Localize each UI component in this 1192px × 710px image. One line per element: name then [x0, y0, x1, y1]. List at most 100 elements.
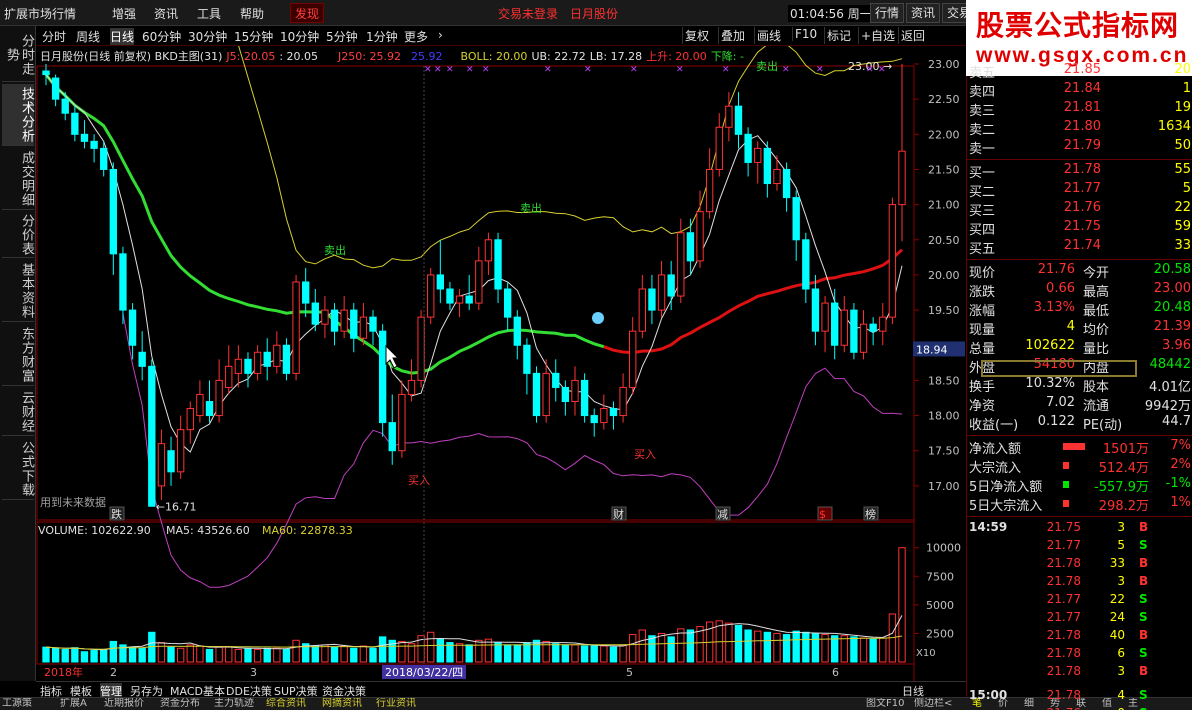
candle-body	[186, 408, 194, 431]
vtab-intraday[interactable]: 分时走势	[2, 28, 34, 82]
quote-value: 102622	[1025, 338, 1075, 353]
volume-axis-label: 5000	[926, 599, 954, 612]
quotes-button[interactable]: 行情	[870, 3, 905, 23]
f10-button[interactable]: F10	[792, 27, 819, 41]
news-button[interactable]: 资讯	[906, 3, 941, 23]
vtab-deals[interactable]: 成交明细	[2, 148, 34, 210]
status-item-6[interactable]: 综合资讯	[266, 698, 306, 710]
period-more[interactable]: 更多	[404, 28, 428, 45]
candle-body	[302, 281, 310, 304]
legend-ub: UB: 22.72	[531, 50, 586, 63]
flow-percent: 2%	[1170, 457, 1191, 472]
login-status[interactable]: 交易未登录	[498, 5, 558, 22]
draw-line-button[interactable]: 画线	[754, 27, 783, 44]
legend-j5: J5: 20.05	[226, 50, 276, 63]
status-item-8[interactable]: 行业资讯	[376, 698, 416, 710]
status-item-7[interactable]: 网摘资讯	[322, 698, 362, 710]
ask-row[interactable]: 卖一 21.79 50	[967, 138, 1192, 157]
status-item-5[interactable]: 主力轨迹	[214, 698, 254, 710]
quote-label-2: 今开	[1083, 266, 1110, 281]
candle-body	[90, 140, 98, 149]
bid-volume: 59	[1174, 219, 1191, 234]
volume-bar	[744, 629, 752, 663]
period-10m[interactable]: 10分钟	[280, 28, 319, 45]
menu-enhance[interactable]: 增强	[112, 5, 136, 22]
period-intraday[interactable]: 分时	[42, 28, 66, 45]
flow-row: 5日大宗流入 298.2万 1%	[967, 495, 1192, 514]
status-item-4[interactable]: 资金分布	[160, 698, 200, 710]
vtab-formula-download[interactable]: 公式下载	[2, 438, 34, 500]
add-watchlist-button[interactable]: +自选	[858, 27, 897, 44]
candle-body	[859, 323, 868, 353]
candle-body	[696, 211, 704, 262]
volume-bar	[350, 647, 358, 663]
sell-signal-2: 卖出	[520, 201, 542, 215]
status-sidebar[interactable]: 侧边栏<	[914, 698, 952, 710]
period-next-icon[interactable]: ›	[438, 28, 443, 42]
ask-row[interactable]: 卖五 21.85 20	[967, 62, 1192, 81]
flow-value: 1501万	[1102, 442, 1149, 457]
bid-row[interactable]: 买一 21.78 55	[967, 162, 1192, 181]
legend-j250-b: 25.92	[410, 50, 443, 63]
volume-bar	[580, 645, 589, 663]
cursor-dot	[592, 312, 604, 324]
period-5m[interactable]: 5分钟	[326, 28, 358, 45]
menu-help[interactable]: 帮助	[240, 5, 264, 22]
bid-price: 21.74	[1063, 238, 1101, 253]
restore-right-button[interactable]: 复权	[682, 27, 711, 44]
volume-bar	[90, 650, 98, 663]
ask-row[interactable]: 卖三 21.81 19	[967, 100, 1192, 119]
period-1m[interactable]: 1分钟	[366, 28, 398, 45]
candle-body	[686, 232, 695, 262]
vtab-technical[interactable]: 技术分析	[2, 84, 34, 146]
vtab-profile[interactable]: 基本资料	[2, 260, 34, 322]
flow-bar	[1063, 481, 1069, 488]
low-price-label: ←16.71	[156, 500, 197, 513]
vtab-eastmoney[interactable]: 东方财富	[2, 324, 34, 386]
menu-tools[interactable]: 工具	[197, 5, 221, 22]
status-item-1[interactable]: 工源策	[2, 698, 32, 710]
chart-area[interactable]: 23.00 22.50 22.00 21.50 21.00 20.50 20.00 19.50…	[36, 46, 966, 681]
volume-bar	[571, 644, 579, 663]
candle-body	[638, 288, 646, 332]
tick-price: 21.78	[1046, 646, 1081, 660]
period-60m[interactable]: 60分钟	[142, 28, 181, 45]
status-f10[interactable]: 图文F10	[866, 698, 904, 710]
candle-body	[715, 126, 723, 170]
quote-row: 收益(一) 0.122 PE(动) 44.7	[967, 414, 1192, 433]
vtab-price-table[interactable]: 分价表	[2, 212, 34, 258]
tick-side: S	[1139, 706, 1148, 710]
quote-row: 涨跌 0.66 最高 23.00	[967, 281, 1192, 300]
quote-value-2: 3.96	[1162, 338, 1191, 353]
menu-news[interactable]: 资讯	[154, 5, 178, 22]
volume-ma5-legend: MA5: 43526.60	[166, 524, 250, 537]
ask-row[interactable]: 卖四 21.84 1	[967, 81, 1192, 100]
candle-body	[571, 379, 579, 402]
status-item-2[interactable]: 扩展A	[60, 698, 87, 710]
period-15m[interactable]: 15分钟	[234, 28, 273, 45]
price-axis-label: 20.50	[928, 234, 960, 247]
period-daily[interactable]: 日线	[110, 28, 135, 45]
volume-bar	[465, 644, 473, 663]
menu-discover[interactable]: 发现	[290, 3, 325, 23]
bid-row[interactable]: 买五 21.74 33	[967, 238, 1192, 257]
mark-button[interactable]: 标记	[824, 27, 853, 44]
quote-value: 21.76	[1037, 262, 1075, 277]
volume-bar	[898, 547, 906, 663]
bid-row[interactable]: 买二 21.77 5	[967, 181, 1192, 200]
menu-extended-market[interactable]: 扩展市场行情	[4, 5, 76, 22]
back-button[interactable]: 返回	[898, 27, 927, 44]
bid-row[interactable]: 买三 21.76 22	[967, 200, 1192, 219]
bid-row[interactable]: 买四 21.75 59	[967, 219, 1192, 238]
flow-value: 512.4万	[1098, 461, 1149, 476]
period-weekly[interactable]: 周线	[76, 28, 100, 45]
tick-row: 21.78 3 B	[967, 574, 1192, 591]
vtab-yuncaijing[interactable]: 云财经	[2, 388, 34, 436]
ask-row[interactable]: 卖二 21.80 1634	[967, 119, 1192, 138]
overlay-button[interactable]: 叠加	[718, 27, 747, 44]
kline-chart[interactable]: 23.00 22.50 22.00 21.50 21.00 20.50 20.00 19.50…	[36, 46, 966, 681]
bid-label: 买四	[969, 223, 996, 238]
status-item-3[interactable]: 近期报价	[104, 698, 144, 710]
ask-price: 21.81	[1063, 100, 1101, 115]
period-30m[interactable]: 30分钟	[188, 28, 227, 45]
